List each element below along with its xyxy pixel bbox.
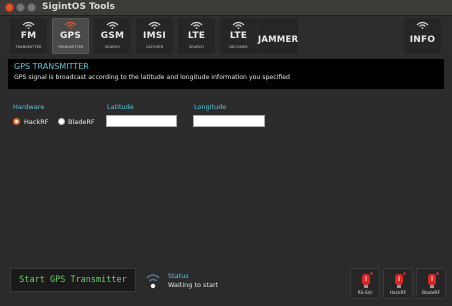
- device-label: BladeRF: [422, 291, 440, 296]
- wifi-icon: [190, 21, 203, 29]
- wifi-icon: [148, 21, 161, 29]
- tool-button-fm-transmitter[interactable]: FM TRANSMITTER: [10, 18, 47, 54]
- tool-toolbar: FM TRANSMITTER GPS TRANSMITTER GSM SEARC…: [0, 16, 452, 56]
- tool-button-sublabel: SEARCH: [188, 45, 205, 49]
- tool-button-label: LTE: [229, 31, 248, 41]
- tool-button-label: FM: [20, 31, 37, 41]
- wifi-icon: [232, 21, 245, 29]
- tool-button-label: GPS: [59, 31, 82, 41]
- usb-dongle-icon: [428, 272, 439, 288]
- hackrf-radio[interactable]: [13, 118, 20, 125]
- hardware-label: Hardware: [13, 103, 45, 111]
- wifi-icon: [64, 21, 77, 29]
- tool-button-info[interactable]: INFO: [404, 18, 441, 54]
- bladerf-radio[interactable]: [58, 118, 65, 125]
- status-spinner-icon: [146, 274, 160, 289]
- tool-button-lte-decoder[interactable]: LTE DECODER: [220, 18, 257, 54]
- device-button-bladerf[interactable]: BladeRF: [416, 268, 446, 299]
- tool-button-imsi-catcher[interactable]: IMSI CATCHER: [136, 18, 173, 54]
- tool-button-label: IMSI: [143, 31, 166, 41]
- tool-button-label: JAMMER: [258, 35, 299, 45]
- usb-dongle-icon: [362, 272, 373, 288]
- window-title: SigintOS Tools: [42, 2, 115, 12]
- tool-button-sublabel: SEARCH: [104, 45, 121, 49]
- tool-button-sublabel: TRANSMITTER: [15, 45, 42, 49]
- latitude-label: Latitude: [107, 103, 134, 111]
- tool-button-sublabel: CATCHER: [145, 45, 164, 49]
- page-title: GPS TRANSMITTER: [14, 62, 89, 71]
- wifi-icon: [416, 21, 429, 29]
- status-label: Status: [168, 272, 189, 280]
- tool-button-lte-search[interactable]: LTE SEARCH: [178, 18, 215, 54]
- longitude-label: Longitude: [194, 103, 227, 111]
- wifi-icon: [22, 21, 35, 29]
- tool-button-label: GSM: [100, 31, 125, 41]
- title-bar: SigintOS Tools: [0, 0, 452, 16]
- bladerf-radio-label[interactable]: BladeRF: [68, 118, 95, 126]
- close-window-button[interactable]: [5, 3, 14, 12]
- tool-button-gsm-search[interactable]: GSM SEARCH: [94, 18, 131, 54]
- wifi-icon: [106, 21, 119, 29]
- page-description: GPS signal is broadcast according to the…: [14, 74, 290, 81]
- device-label: HackRF: [389, 291, 407, 296]
- latitude-input[interactable]: [106, 115, 177, 127]
- device-label: RS-Sdr: [357, 291, 373, 296]
- start-gps-transmitter-button[interactable]: Start GPS Transmitter: [10, 268, 136, 292]
- maximize-window-button[interactable]: [27, 3, 36, 12]
- tool-header-panel: GPS TRANSMITTER GPS signal is broadcast …: [8, 59, 444, 89]
- hackrf-radio-label[interactable]: HackRF: [24, 118, 48, 126]
- longitude-input[interactable]: [193, 115, 265, 127]
- status-value: Waiting to start: [168, 281, 219, 289]
- tool-button-label: INFO: [409, 35, 436, 45]
- tool-button-gps-transmitter[interactable]: GPS TRANSMITTER: [52, 18, 89, 54]
- tool-button-label: LTE: [187, 31, 206, 41]
- tool-button-sublabel: DECODER: [229, 45, 248, 49]
- tool-button-sublabel: TRANSMITTER: [57, 45, 84, 49]
- usb-dongle-icon: [395, 272, 406, 288]
- device-button-hackrf[interactable]: HackRF: [383, 268, 413, 299]
- tool-button-jammer[interactable]: JAMMER: [258, 18, 298, 54]
- minimize-window-button[interactable]: [16, 3, 25, 12]
- device-button-rs-sdr[interactable]: RS-Sdr: [350, 268, 380, 299]
